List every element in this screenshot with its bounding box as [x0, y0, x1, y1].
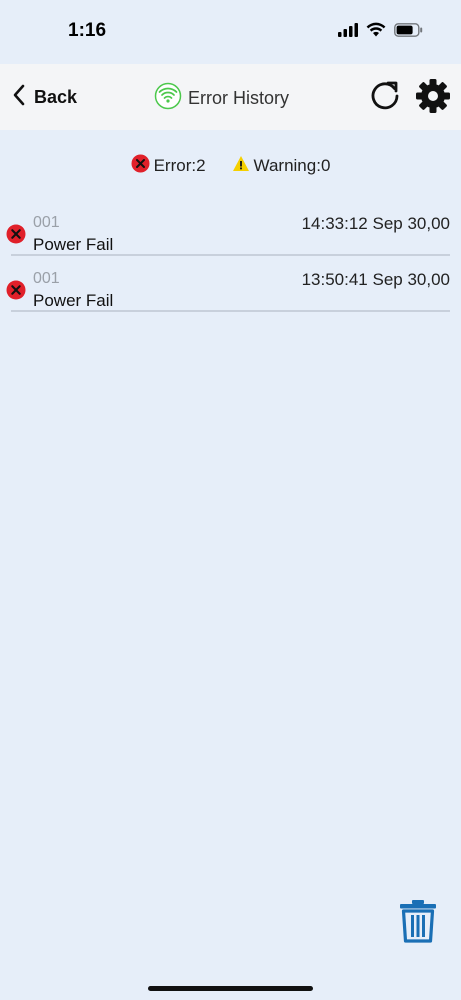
error-count-label: Error:2	[153, 156, 206, 175]
error-description: Power Fail	[33, 235, 114, 254]
error-timestamp: 14:33:12 Sep 30,00	[301, 214, 450, 233]
back-label: Back	[34, 87, 78, 107]
navigation-bar: Back Error History	[0, 64, 461, 130]
error-summary: Error:2 Warning:0	[0, 154, 461, 178]
wifi-status-icon	[366, 22, 386, 42]
home-indicator[interactable]	[148, 986, 313, 991]
chevron-left-icon	[12, 84, 26, 111]
error-count: Error:2	[131, 154, 206, 178]
list-item[interactable]: 001 Power Fail 13:50:41 Sep 30,00	[0, 256, 461, 312]
refresh-button[interactable]	[368, 79, 402, 118]
wifi-icon	[154, 82, 182, 115]
gear-icon	[414, 79, 452, 119]
trash-icon	[398, 900, 438, 948]
page-title: Error History	[188, 88, 290, 108]
error-icon	[6, 280, 26, 305]
back-button[interactable]: Back	[12, 84, 77, 111]
status-time: 1:16	[68, 20, 107, 41]
error-icon	[131, 154, 150, 178]
error-list: 001 Power Fail 14:33:12 Sep 30,00 001 Po…	[0, 200, 461, 312]
error-description: Power Fail	[33, 291, 114, 310]
settings-button[interactable]	[414, 77, 452, 120]
error-timestamp: 13:50:41 Sep 30,00	[301, 270, 450, 289]
warning-count: Warning:0	[232, 155, 331, 177]
battery-icon	[394, 22, 423, 42]
error-icon	[6, 224, 26, 249]
status-icons	[338, 22, 423, 42]
refresh-icon	[368, 81, 402, 117]
error-code: 001	[33, 214, 60, 231]
cellular-signal-icon	[338, 22, 358, 42]
delete-history-button[interactable]	[398, 898, 438, 949]
nav-title-group: Error History	[154, 82, 289, 115]
warning-count-label: Warning:0	[253, 156, 331, 175]
error-code: 001	[33, 270, 60, 287]
row-divider	[11, 310, 450, 312]
warning-icon	[232, 155, 250, 177]
list-item[interactable]: 001 Power Fail 14:33:12 Sep 30,00	[0, 200, 461, 256]
status-bar: 1:16	[0, 0, 461, 64]
